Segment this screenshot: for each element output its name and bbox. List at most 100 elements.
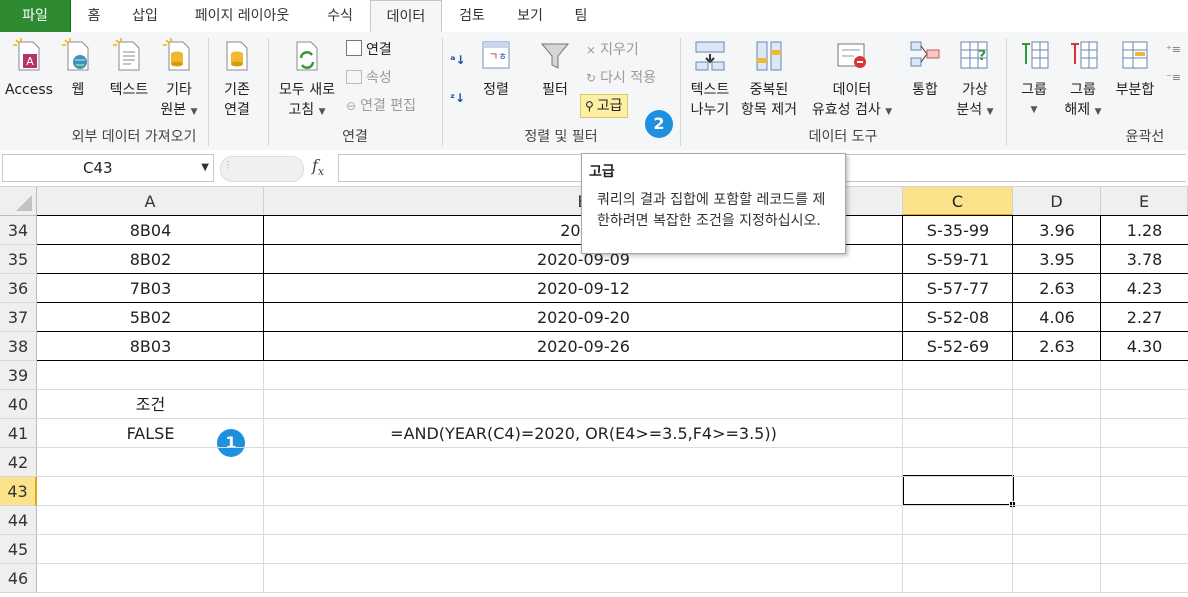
cell-a[interactable]: 8B03 xyxy=(37,332,264,361)
cell-e[interactable] xyxy=(1101,448,1188,477)
row-header[interactable]: 45 xyxy=(0,535,37,564)
connections-button[interactable]: 연결 xyxy=(346,40,392,60)
cell-a[interactable]: 7B03 xyxy=(37,274,264,303)
column-header-e[interactable]: E xyxy=(1101,187,1188,216)
cell-e[interactable] xyxy=(1101,419,1188,448)
chevron-down-icon[interactable]: ▼ xyxy=(201,162,209,173)
cell-c[interactable]: S-57-77 xyxy=(903,274,1013,303)
cell-c[interactable]: S-35-99 xyxy=(903,216,1013,245)
sort-descending-button[interactable]: ᶻ↓ xyxy=(450,88,465,108)
cell-a[interactable] xyxy=(37,477,264,506)
access-button[interactable]: A Access xyxy=(4,38,54,100)
row-header[interactable]: 46 xyxy=(0,564,37,593)
cell-b[interactable]: 2020-09-26 xyxy=(264,332,903,361)
other-sources-button[interactable]: 기타 원본 ▼ xyxy=(156,38,202,122)
tab-data[interactable]: 데이터 xyxy=(370,0,442,32)
tab-page-layout[interactable]: 페이지 레이아웃 xyxy=(180,0,304,32)
cell-e[interactable] xyxy=(1101,506,1188,535)
cell-e[interactable]: 3.78 xyxy=(1101,245,1188,274)
consolidate-button[interactable]: 통합 xyxy=(904,38,946,100)
cell-c[interactable] xyxy=(903,477,1013,506)
text-import-button[interactable]: 텍스트 xyxy=(104,38,154,100)
cell-a[interactable] xyxy=(37,448,264,477)
refresh-all-button[interactable]: 모두 새로 고침 ▼ xyxy=(272,38,342,122)
cell-c[interactable] xyxy=(903,564,1013,593)
cell-b[interactable] xyxy=(264,448,903,477)
sort-ascending-button[interactable]: ᵃ↓ xyxy=(450,50,466,70)
cell-e[interactable]: 4.23 xyxy=(1101,274,1188,303)
sort-button[interactable]: ㄱ ㅎ 정렬 xyxy=(476,38,516,100)
cell-a[interactable]: 5B02 xyxy=(37,303,264,332)
cell-b[interactable]: 2020-09-20 xyxy=(264,303,903,332)
cell-d[interactable] xyxy=(1013,419,1101,448)
cell-d[interactable] xyxy=(1013,506,1101,535)
cell-a[interactable]: FALSE xyxy=(37,419,264,448)
column-header-a[interactable]: A xyxy=(37,187,264,216)
cell-a[interactable] xyxy=(37,535,264,564)
properties-button[interactable]: 속성 xyxy=(346,68,392,88)
cell-c[interactable] xyxy=(903,535,1013,564)
cell-b[interactable] xyxy=(264,506,903,535)
web-button[interactable]: 웹 xyxy=(60,38,96,100)
column-header-d[interactable]: D xyxy=(1013,187,1101,216)
cell-b[interactable] xyxy=(264,535,903,564)
name-box[interactable]: C43 ▼ xyxy=(2,154,214,182)
cell-b[interactable] xyxy=(264,564,903,593)
cell-d[interactable] xyxy=(1013,477,1101,506)
cell-e[interactable]: 2.27 xyxy=(1101,303,1188,332)
cell-d[interactable] xyxy=(1013,448,1101,477)
remove-duplicates-button[interactable]: 중복된 항목 제거 xyxy=(736,38,802,120)
cell-c[interactable] xyxy=(903,390,1013,419)
ungroup-button[interactable]: 그룹 해제 ▼ xyxy=(1060,38,1106,122)
cell-b[interactable]: 2020-09-12 xyxy=(264,274,903,303)
row-header[interactable]: 43 xyxy=(0,477,37,506)
cell-c[interactable]: S-52-08 xyxy=(903,303,1013,332)
row-header[interactable]: 38 xyxy=(0,332,37,361)
cell-e[interactable] xyxy=(1101,390,1188,419)
cell-d[interactable] xyxy=(1013,535,1101,564)
tab-team[interactable]: 팀 xyxy=(566,0,596,32)
cell-c[interactable] xyxy=(903,419,1013,448)
cell-c[interactable] xyxy=(903,448,1013,477)
cell-e[interactable] xyxy=(1101,564,1188,593)
cell-b[interactable] xyxy=(264,390,903,419)
row-header[interactable]: 41 xyxy=(0,419,37,448)
cell-e[interactable] xyxy=(1101,477,1188,506)
show-detail-icon[interactable]: ⁺≡ xyxy=(1166,40,1181,60)
column-header-c[interactable]: C xyxy=(903,187,1013,216)
cell-a[interactable] xyxy=(37,361,264,390)
what-if-analysis-button[interactable]: ? 가상 분석 ▼ xyxy=(950,38,1000,122)
cell-d[interactable] xyxy=(1013,564,1101,593)
clear-filter-button[interactable]: ⨯ 지우기 xyxy=(586,40,639,60)
cell-d[interactable] xyxy=(1013,361,1101,390)
existing-connections-button[interactable]: 기존 연결 xyxy=(214,38,260,120)
row-header[interactable]: 44 xyxy=(0,506,37,535)
cell-a[interactable] xyxy=(37,564,264,593)
row-header[interactable]: 35 xyxy=(0,245,37,274)
row-header[interactable]: 42 xyxy=(0,448,37,477)
cell-e[interactable] xyxy=(1101,361,1188,390)
row-header[interactable]: 39 xyxy=(0,361,37,390)
cell-d[interactable] xyxy=(1013,390,1101,419)
reapply-button[interactable]: ↻ 다시 적용 xyxy=(586,68,656,88)
cell-e[interactable]: 4.30 xyxy=(1101,332,1188,361)
tab-insert[interactable]: 삽입 xyxy=(124,0,166,32)
tab-review[interactable]: 검토 xyxy=(450,0,494,32)
formula-bar-divider-handle[interactable] xyxy=(220,156,304,182)
cell-d[interactable]: 2.63 xyxy=(1013,332,1101,361)
row-header[interactable]: 37 xyxy=(0,303,37,332)
text-to-columns-button[interactable]: 텍스트 나누기 xyxy=(684,38,736,120)
select-all-button[interactable] xyxy=(0,187,37,216)
insert-function-icon[interactable]: fx xyxy=(312,156,324,178)
cell-b[interactable] xyxy=(264,477,903,506)
row-header[interactable]: 34 xyxy=(0,216,37,245)
cell-c[interactable]: S-59-71 xyxy=(903,245,1013,274)
cell-c[interactable] xyxy=(903,361,1013,390)
tab-home[interactable]: 홈 xyxy=(76,0,112,32)
group-button[interactable]: 그룹 ▼ xyxy=(1012,38,1056,120)
edit-links-button[interactable]: ⊖ 연결 편집 xyxy=(346,96,416,116)
cell-c[interactable]: S-52-69 xyxy=(903,332,1013,361)
cell-d[interactable]: 4.06 xyxy=(1013,303,1101,332)
cell-e[interactable] xyxy=(1101,535,1188,564)
cell-d[interactable]: 2.63 xyxy=(1013,274,1101,303)
